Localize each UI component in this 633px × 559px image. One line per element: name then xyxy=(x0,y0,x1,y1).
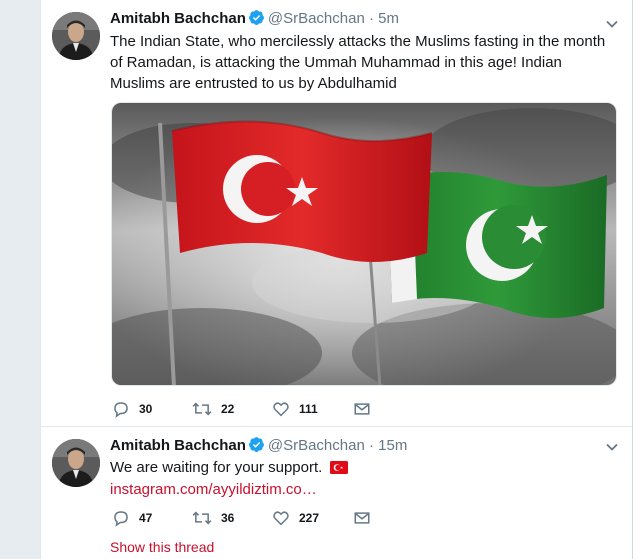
tweet-header: Amitabh Bachchan @SrBachchan · 5m xyxy=(110,9,399,29)
tweet-actions: 30 22 111 xyxy=(110,399,410,419)
heart-icon xyxy=(272,509,290,527)
timeline: Amitabh Bachchan @SrBachchan · 5m The Ind… xyxy=(40,0,633,559)
avatar[interactable] xyxy=(52,12,100,60)
turkey-flag-emoji-icon xyxy=(329,459,348,480)
envelope-icon xyxy=(353,509,371,527)
like-count: 111 xyxy=(299,402,318,416)
verified-badge-icon xyxy=(248,436,265,459)
display-name[interactable]: Amitabh Bachchan xyxy=(110,10,246,27)
retweet-button[interactable]: 22 xyxy=(192,399,234,419)
tweet-photo[interactable] xyxy=(111,102,617,386)
timestamp[interactable]: 5m xyxy=(378,10,399,27)
separator-dot: · xyxy=(368,10,374,27)
tweet-link[interactable]: instagram.com/ayyildiztim.co… xyxy=(110,479,317,500)
username[interactable]: @SrBachchan xyxy=(268,437,365,454)
reply-button[interactable]: 30 xyxy=(112,399,152,419)
avatar[interactable] xyxy=(52,439,100,487)
direct-message-button[interactable] xyxy=(353,399,371,419)
display-name[interactable]: Amitabh Bachchan xyxy=(110,437,246,454)
reply-count: 47 xyxy=(139,511,153,525)
username[interactable]: @SrBachchan xyxy=(268,10,365,27)
envelope-icon xyxy=(353,400,371,418)
retweet-icon xyxy=(192,400,212,418)
tweet-text-content: We are waiting for your support. xyxy=(110,459,323,476)
verified-badge-icon xyxy=(248,9,265,32)
like-count: 227 xyxy=(299,511,320,525)
reply-button[interactable]: 47 xyxy=(112,508,152,528)
reply-icon xyxy=(112,509,130,527)
separator-dot: · xyxy=(368,437,374,454)
heart-icon xyxy=(272,400,290,418)
retweet-count: 22 xyxy=(221,402,235,416)
tweet[interactable]: Amitabh Bachchan @SrBachchan · 5m The Ind… xyxy=(41,0,632,427)
retweet-icon xyxy=(192,509,212,527)
tweet[interactable]: Amitabh Bachchan @SrBachchan · 15m We are… xyxy=(41,428,632,559)
chevron-down-icon[interactable] xyxy=(604,439,620,455)
timestamp[interactable]: 15m xyxy=(378,437,407,454)
retweet-count: 36 xyxy=(221,511,235,525)
tweet-text: We are waiting for your support. xyxy=(110,457,618,480)
like-button[interactable]: 227 xyxy=(272,508,319,528)
chevron-down-icon[interactable] xyxy=(604,16,620,32)
retweet-button[interactable]: 36 xyxy=(192,508,234,528)
tweet-header: Amitabh Bachchan @SrBachchan · 15m xyxy=(110,436,407,456)
direct-message-button[interactable] xyxy=(353,508,371,528)
tweet-text: The Indian State, who mercilessly attack… xyxy=(110,33,606,92)
tweet-actions: 47 36 227 xyxy=(110,508,410,528)
show-thread-link[interactable]: Show this thread xyxy=(110,539,214,555)
reply-count: 30 xyxy=(139,402,153,416)
reply-icon xyxy=(112,400,130,418)
like-button[interactable]: 111 xyxy=(272,399,318,419)
